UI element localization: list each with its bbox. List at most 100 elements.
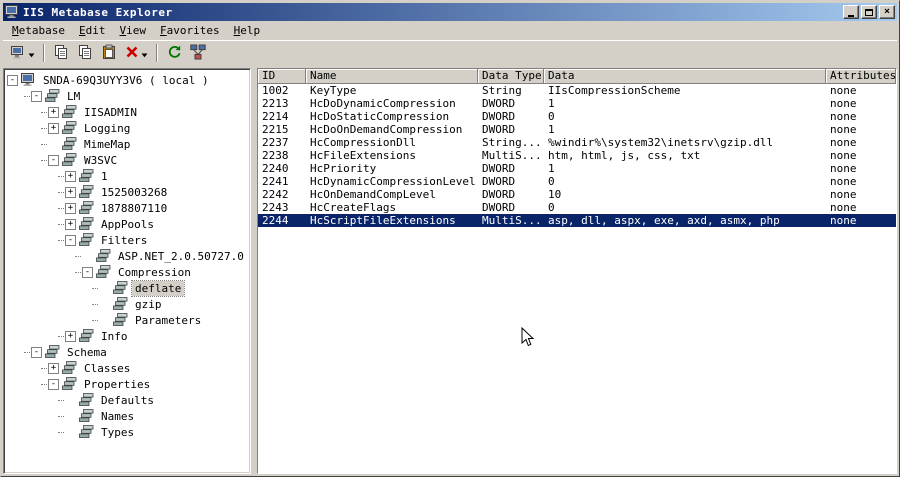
tree-connector [41,127,47,129]
tree-item-label[interactable]: Logging [81,121,133,136]
collapse-icon[interactable]: - [82,266,93,278]
expand-icon[interactable]: + [65,186,76,198]
tree-item-label[interactable]: Names [98,409,137,424]
connect-button[interactable] [6,42,39,64]
tree-item-names[interactable]: Names [7,408,250,424]
table-row-2213[interactable]: 2213 HcDoDynamicCompression DWORD 1 none [258,97,896,110]
menu-help[interactable]: Help [227,22,268,39]
tree-item-classes[interactable]: + Classes [7,360,250,376]
metabase-tree: - SNDA-69Q3UYY3V6 ( local ) - LM + IISADMIN + L… [3,68,251,474]
tree-item-label[interactable]: AppPools [98,217,157,232]
tree-item-label[interactable]: Defaults [98,393,157,408]
expand-icon[interactable]: + [65,202,76,214]
expand-icon[interactable]: + [48,362,59,374]
cell-data: 1 [548,162,555,175]
refresh-button[interactable] [162,42,186,64]
collapse-icon[interactable]: - [31,90,42,102]
tree-item-defaults[interactable]: Defaults [7,392,250,408]
tree-item-label[interactable]: 1 [98,169,111,184]
tree-item-deflate[interactable]: deflate [7,279,250,297]
tree-item-schema[interactable]: - Schema [7,344,250,360]
column-header-data-type[interactable]: Data Type [478,69,544,84]
tree-item-label[interactable]: SNDA-69Q3UYY3V6 ( local ) [40,73,212,88]
column-header-attributes[interactable]: Attributes [826,69,896,84]
table-row-2237[interactable]: 2237 HcCompressionDll String... %windir%\sy… [258,136,896,149]
cell-data-type: MultiS... [482,149,542,162]
menu-view[interactable]: View [112,22,153,39]
tree-item-label[interactable]: deflate [130,279,186,297]
maximize-button[interactable] [861,5,877,19]
tree-item-compression[interactable]: - Compression [7,264,250,280]
tree-item-filters[interactable]: - Filters [7,232,250,248]
column-header-id[interactable]: ID [258,69,306,84]
tree-item-1525003268[interactable]: +1525003268 [7,184,250,200]
tree-item-label[interactable]: Parameters [132,313,204,328]
paste-button[interactable] [97,42,121,64]
delete-button[interactable] [121,42,152,64]
tree-item-label[interactable]: Types [98,425,137,440]
tree-item-1[interactable]: +1 [7,168,250,184]
menu-edit[interactable]: Edit [72,22,113,39]
tree-item-parameters[interactable]: Parameters [7,312,250,328]
tree-item-label[interactable]: 1878807110 [98,201,170,216]
tree-item-label[interactable]: Compression [115,265,194,280]
tree-item-label[interactable]: Classes [81,361,133,376]
metabase-key-icon [79,425,94,439]
collapse-icon[interactable]: - [48,378,59,390]
tree-item-properties[interactable]: - Properties [7,376,250,392]
tree-item-logging[interactable]: + Logging [7,120,250,136]
table-row-2241[interactable]: 2241 HcDynamicCompressionLevel DWORD 0 none [258,175,896,188]
menu-favorites[interactable]: Favorites [153,22,227,39]
collapse-icon[interactable]: - [65,234,76,246]
tree-item-w3svc[interactable]: - W3SVC [7,152,250,168]
tree-item-mimemap[interactable]: MimeMap [7,136,250,152]
cell-name: HcCompressionDll [310,136,416,149]
table-row-2244[interactable]: 2244 HcScriptFileExtensions MultiS... asp, … [258,214,896,227]
tree-item-label[interactable]: IISADMIN [81,105,140,120]
column-header-name[interactable]: Name [306,69,478,84]
expand-icon[interactable]: + [65,330,76,342]
tree-item-label[interactable]: MimeMap [81,137,133,152]
tree-item-label[interactable]: Filters [98,233,150,248]
duplicate-button[interactable] [73,42,97,64]
table-row-2238[interactable]: 2238 HcFileExtensions MultiS... htm, html, … [258,149,896,162]
tree-item-1878807110[interactable]: +1878807110 [7,200,250,216]
tree-item-label[interactable]: Info [98,329,131,344]
close-button[interactable]: × [879,5,895,19]
column-header-data[interactable]: Data [544,69,826,84]
minimize-button[interactable] [843,5,859,19]
tree-item-iisadmin[interactable]: + IISADMIN [7,104,250,120]
table-row-2214[interactable]: 2214 HcDoStaticCompression DWORD 0 none [258,110,896,123]
expand-icon[interactable]: + [48,106,59,118]
tree-connector [41,383,47,385]
tree-item-apppools[interactable]: + AppPools [7,216,250,232]
tree-item-info[interactable]: + Info [7,328,250,344]
table-row-1002[interactable]: 1002 KeyType String IIsCompressionScheme non… [258,84,896,97]
expand-icon[interactable]: + [65,170,76,182]
expand-icon[interactable]: + [65,218,76,230]
tree-item-label[interactable]: 1525003268 [98,185,170,200]
network-button[interactable] [186,42,210,64]
collapse-icon[interactable]: - [7,74,18,86]
table-row-2215[interactable]: 2215 HcDoOnDemandCompression DWORD 1 none [258,123,896,136]
tree-item-label[interactable]: LM [64,89,83,104]
tree-item-lm[interactable]: - LM [7,88,250,104]
collapse-icon[interactable]: - [48,154,59,166]
table-row-2240[interactable]: 2240 HcPriority DWORD 1 none [258,162,896,175]
table-row-2242[interactable]: 2242 HcOnDemandCompLevel DWORD 10 none [258,188,896,201]
table-row-2243[interactable]: 2243 HcCreateFlags DWORD 0 none [258,201,896,214]
tree-item-asp-net-2-0-50727-0[interactable]: ASP.NET_2.0.50727.0 [7,248,250,264]
tree-item-label[interactable]: Properties [81,377,153,392]
tree-item-label[interactable]: W3SVC [81,153,120,168]
tree-item-snda-69q3uyy3v6-local[interactable]: - SNDA-69Q3UYY3V6 ( local ) [7,72,250,88]
tree-item-label[interactable]: Schema [64,345,110,360]
tree-item-gzip[interactable]: gzip [7,296,250,312]
expand-icon[interactable]: + [48,122,59,134]
collapse-icon[interactable]: - [31,346,42,358]
tree-item-label[interactable]: ASP.NET_2.0.50727.0 [115,249,247,264]
tree-item-types[interactable]: Types [7,424,250,440]
copy-button[interactable] [49,42,73,64]
menu-metabase[interactable]: Metabase [5,22,72,39]
tree-item-label[interactable]: gzip [132,297,165,312]
